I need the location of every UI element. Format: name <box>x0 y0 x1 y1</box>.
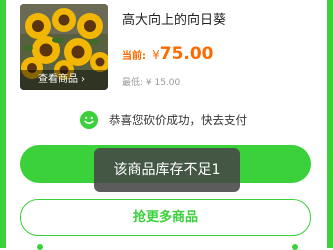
current-price-label: 当前: <box>122 51 146 62</box>
current-price-value: 75.00 <box>159 44 214 64</box>
stock-toast: 该商品库存不足1 <box>94 148 240 192</box>
left-frame-border <box>0 0 6 248</box>
view-product-link[interactable]: 查看商品 › <box>20 70 108 90</box>
grab-more-products-button[interactable]: 抢更多商品 <box>20 199 311 236</box>
currency-symbol: ¥ <box>152 48 160 62</box>
right-frame-border <box>327 0 333 248</box>
success-text: 恭喜您砍价成功，快去支付 <box>109 113 247 127</box>
smile-icon <box>80 111 98 129</box>
decorative-dot <box>292 244 298 250</box>
product-image[interactable]: 查看商品 › <box>20 4 108 90</box>
product-name: 高大向上的向日葵 <box>122 13 227 28</box>
current-price: 当前: ¥75.00 <box>122 44 214 64</box>
bargain-success-message: 恭喜您砍价成功，快去支付 <box>80 110 247 130</box>
floor-price: 最低: ¥ 15.00 <box>122 78 181 88</box>
decorative-dot <box>37 244 43 250</box>
chevron-right-icon: › <box>81 74 85 85</box>
view-product-label: 查看商品 <box>38 74 78 85</box>
